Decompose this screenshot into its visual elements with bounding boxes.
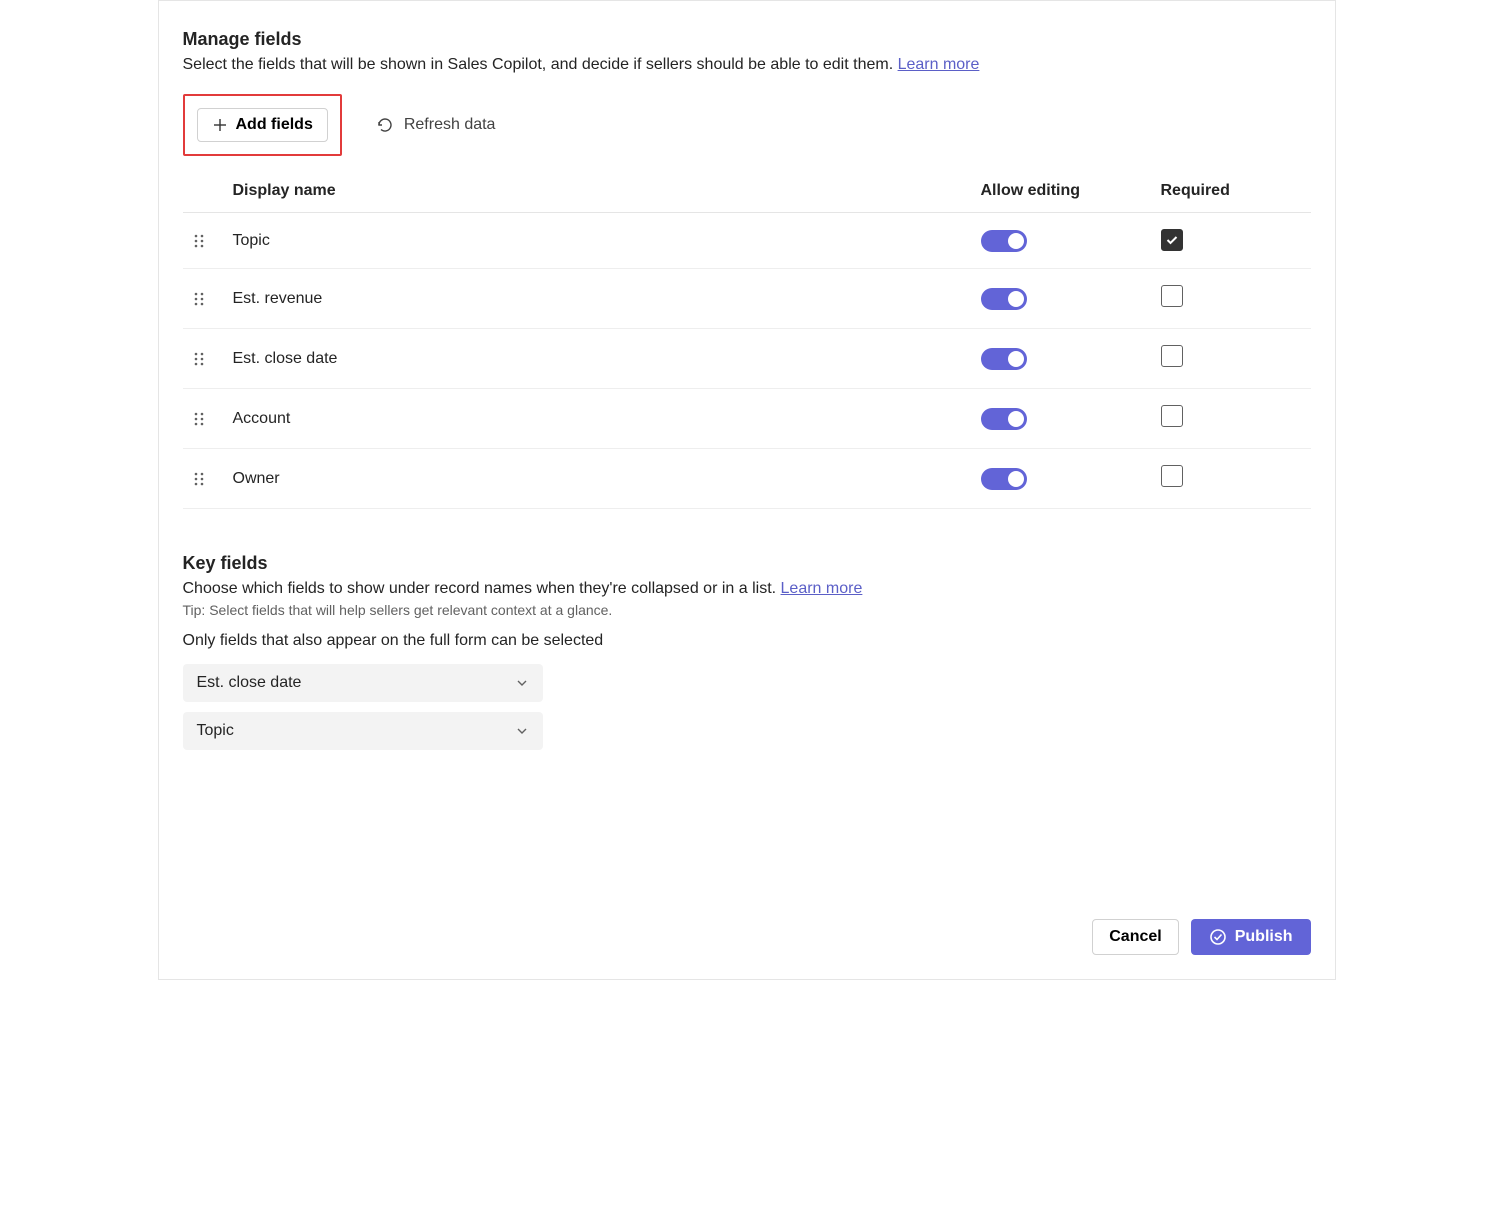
manage-fields-desc-text: Select the fields that will be shown in …	[183, 56, 898, 73]
table-row: Est. revenue	[183, 269, 1311, 329]
allow-editing-toggle[interactable]	[981, 408, 1027, 430]
refresh-data-label: Refresh data	[404, 116, 496, 134]
drag-handle-icon[interactable]	[193, 233, 233, 249]
key-fields-desc: Choose which fields to show under record…	[183, 580, 1311, 598]
publish-label: Publish	[1235, 928, 1293, 946]
select-value: Est. close date	[197, 674, 302, 692]
manage-fields-learn-more-link[interactable]: Learn more	[898, 56, 980, 73]
required-checkbox[interactable]	[1161, 405, 1183, 427]
manage-fields-panel: Manage fields Select the fields that wil…	[158, 0, 1336, 980]
footer-actions: Cancel Publish	[1092, 919, 1310, 955]
add-fields-button[interactable]: Add fields	[197, 108, 328, 142]
add-fields-label: Add fields	[236, 116, 313, 134]
table-row: Owner	[183, 449, 1311, 509]
key-field-select[interactable]: Est. close date	[183, 664, 543, 702]
key-fields-title: Key fields	[183, 553, 1311, 574]
toolbar: Add fields Refresh data	[183, 94, 1311, 156]
allow-editing-toggle[interactable]	[981, 348, 1027, 370]
key-fields-tip: Tip: Select fields that will help seller…	[183, 602, 1311, 618]
required-checkbox[interactable]	[1161, 345, 1183, 367]
drag-handle-icon[interactable]	[193, 291, 233, 307]
key-field-select[interactable]: Topic	[183, 712, 543, 750]
col-allow-editing: Allow editing	[981, 182, 1161, 200]
refresh-data-button[interactable]: Refresh data	[366, 109, 506, 141]
key-fields-section: Key fields Choose which fields to show u…	[183, 553, 1311, 750]
field-name: Topic	[233, 232, 981, 250]
required-checkbox[interactable]	[1161, 465, 1183, 487]
key-fields-learn-more-link[interactable]: Learn more	[781, 580, 863, 597]
required-checkbox[interactable]	[1161, 285, 1183, 307]
refresh-icon	[376, 116, 394, 134]
manage-fields-title: Manage fields	[183, 29, 1311, 50]
required-checkbox[interactable]	[1161, 229, 1183, 251]
publish-button[interactable]: Publish	[1191, 919, 1311, 955]
field-name: Account	[233, 410, 981, 428]
select-value: Topic	[197, 722, 234, 740]
chevron-down-icon	[515, 676, 529, 690]
field-name: Owner	[233, 470, 981, 488]
cancel-button[interactable]: Cancel	[1092, 919, 1178, 955]
col-required: Required	[1161, 182, 1301, 200]
col-display-name: Display name	[233, 182, 981, 200]
chevron-down-icon	[515, 724, 529, 738]
fields-table: Display name Allow editing Required Topi…	[183, 174, 1311, 509]
drag-handle-icon[interactable]	[193, 471, 233, 487]
table-row: Est. close date	[183, 329, 1311, 389]
key-fields-desc-text: Choose which fields to show under record…	[183, 580, 781, 597]
drag-handle-icon[interactable]	[193, 411, 233, 427]
key-fields-note: Only fields that also appear on the full…	[183, 632, 1311, 650]
allow-editing-toggle[interactable]	[981, 230, 1027, 252]
drag-handle-icon[interactable]	[193, 351, 233, 367]
add-fields-highlight: Add fields	[183, 94, 342, 156]
plus-icon	[212, 117, 228, 133]
field-name: Est. close date	[233, 350, 981, 368]
manage-fields-desc: Select the fields that will be shown in …	[183, 56, 1311, 74]
check-circle-icon	[1209, 928, 1227, 946]
field-name: Est. revenue	[233, 290, 981, 308]
table-row: Topic	[183, 213, 1311, 269]
table-header: Display name Allow editing Required	[183, 174, 1311, 213]
allow-editing-toggle[interactable]	[981, 468, 1027, 490]
table-row: Account	[183, 389, 1311, 449]
allow-editing-toggle[interactable]	[981, 288, 1027, 310]
